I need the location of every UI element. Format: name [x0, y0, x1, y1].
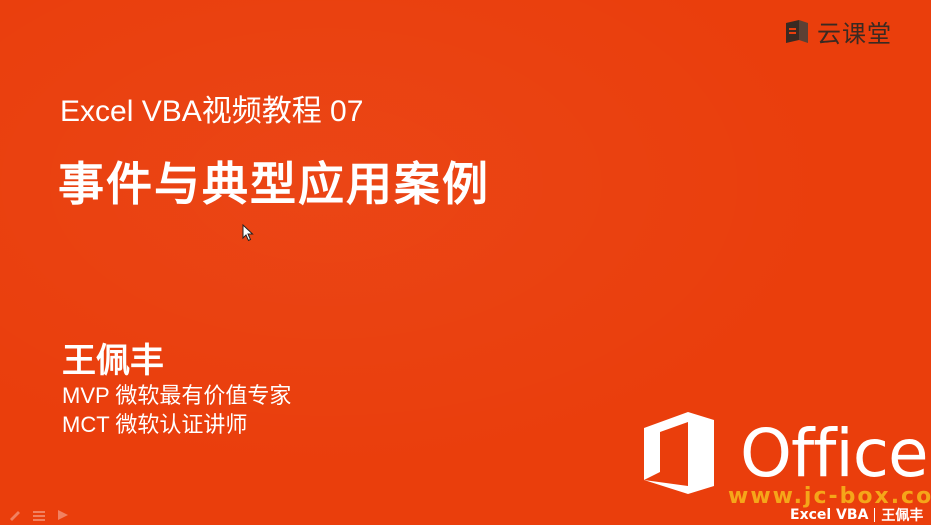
presenter-title-mct: MCT 微软认证讲师 [62, 412, 248, 437]
footer-left-label: Excel VBA [790, 506, 869, 523]
brand-logo: 云课堂 [783, 14, 892, 49]
footer-right-label: 王佩丰 [881, 507, 924, 524]
office-logo-icon [644, 412, 714, 494]
next-icon[interactable] [56, 509, 70, 521]
course-title: 事件与典型应用案例 [58, 157, 490, 211]
office-wordmark: Office [740, 414, 929, 492]
footer-separator [874, 507, 876, 522]
book-logo-icon [786, 19, 808, 43]
presenter-name: 王佩丰 [62, 341, 164, 381]
presenter-title-mvp: MVP 微软最有价值专家 [62, 383, 292, 408]
slideshow-controls [8, 509, 70, 521]
brand-name: 云课堂 [817, 20, 892, 48]
menu-icon[interactable] [32, 509, 46, 521]
slide: 云课堂 Excel VBA视频教程 07 事件与典型应用案例 王佩丰 MVP 微… [0, 0, 931, 525]
footer-brand: Excel VBA 王佩丰 [790, 504, 923, 525]
course-subtitle: Excel VBA视频教程 07 [60, 95, 364, 128]
pen-icon[interactable] [8, 509, 22, 521]
mouse-cursor-icon [242, 224, 254, 242]
